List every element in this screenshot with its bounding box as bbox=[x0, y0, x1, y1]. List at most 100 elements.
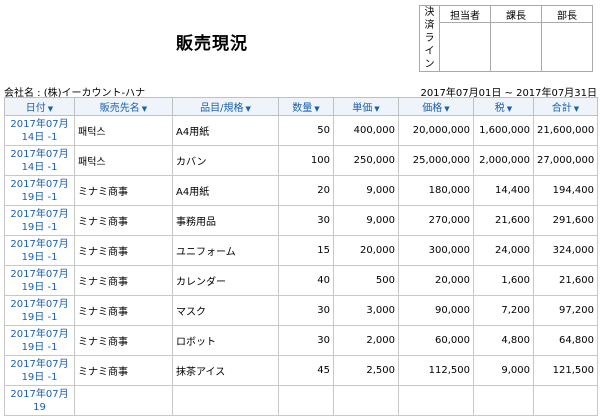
row-total: 64,800 bbox=[533, 325, 598, 356]
table-row: 2017年07月19 bbox=[4, 385, 598, 416]
row-quantity: 15 bbox=[278, 235, 334, 266]
row-customer: ミナミ商事 bbox=[74, 205, 173, 236]
row-unit-price: 9,000 bbox=[333, 175, 399, 206]
row-quantity bbox=[278, 385, 334, 416]
row-quantity: 30 bbox=[278, 325, 334, 356]
row-date-link[interactable]: 2017年07月19日 -1 bbox=[4, 175, 75, 206]
row-total: 97,200 bbox=[533, 295, 598, 326]
row-unit-price: 250,000 bbox=[333, 145, 399, 176]
column-header-unit-price[interactable]: 単価 ▼ bbox=[333, 97, 399, 116]
row-customer bbox=[74, 385, 173, 416]
row-customer: ミナミ商事 bbox=[74, 295, 173, 326]
row-tax: 2,000,000 bbox=[473, 145, 534, 176]
row-tax: 1,600 bbox=[473, 265, 534, 296]
row-customer: 패턱스 bbox=[74, 145, 173, 176]
sort-caret-icon: ▼ bbox=[245, 105, 251, 113]
row-unit-price: 9,000 bbox=[333, 205, 399, 236]
row-item: 抹茶アイス bbox=[172, 355, 279, 386]
table-row: 2017年07月19日 -1 ミナミ商事 A4用紙 20 9,000 180,000 14,… bbox=[4, 175, 598, 206]
row-tax: 14,400 bbox=[473, 175, 534, 206]
row-date-link[interactable]: 2017年07月14日 -1 bbox=[4, 145, 75, 176]
table-row: 2017年07月19日 -1 ミナミ商事 ロボット 30 2,000 60,000 4,80… bbox=[4, 325, 598, 356]
approval-sign-staff bbox=[439, 22, 491, 72]
row-unit-price: 2,000 bbox=[333, 325, 399, 356]
sort-caret-icon: ▼ bbox=[374, 105, 380, 113]
row-tax bbox=[473, 385, 534, 416]
approval-line-label: 決 済 ラ イ ン bbox=[419, 5, 440, 72]
column-header-quantity[interactable]: 数量 ▼ bbox=[278, 97, 334, 116]
row-unit-price bbox=[333, 385, 399, 416]
approval-sign-section-chief bbox=[490, 22, 542, 72]
sort-caret-icon: ▼ bbox=[506, 105, 513, 113]
approval-role-staff: 担当者 bbox=[439, 4, 491, 24]
row-price: 300,000 bbox=[398, 235, 474, 266]
row-total: 291,600 bbox=[533, 205, 598, 236]
row-tax: 9,000 bbox=[473, 355, 534, 386]
table-row: 2017年07月19日 -1 ミナミ商事 カレンダー 40 500 20,000 1,600… bbox=[4, 265, 598, 296]
sort-caret-icon: ▼ bbox=[314, 105, 320, 113]
row-date-link[interactable]: 2017年07月19日 -1 bbox=[4, 205, 75, 236]
approval-box: 決 済 ラ イ ン 担当者 課長 部長 bbox=[419, 4, 593, 72]
row-date-link[interactable]: 2017年07月19 bbox=[4, 385, 75, 416]
row-unit-price: 20,000 bbox=[333, 235, 399, 266]
column-header-total[interactable]: 合計 ▼ bbox=[533, 97, 598, 116]
row-tax: 7,200 bbox=[473, 295, 534, 326]
row-total: 324,000 bbox=[533, 235, 598, 266]
row-customer: ミナミ商事 bbox=[74, 325, 173, 356]
row-customer: ミナミ商事 bbox=[74, 175, 173, 206]
table-row: 2017年07月19日 -1 ミナミ商事 ユニフォーム 15 20,000 300,000… bbox=[4, 235, 598, 266]
sort-caret-icon: ▼ bbox=[47, 105, 54, 113]
row-quantity: 30 bbox=[278, 205, 334, 236]
row-unit-price: 500 bbox=[333, 265, 399, 296]
row-quantity: 40 bbox=[278, 265, 334, 296]
row-date-link[interactable]: 2017年07月19日 -1 bbox=[4, 355, 75, 386]
row-price: 270,000 bbox=[398, 205, 474, 236]
row-total: 21,600,000 bbox=[533, 115, 598, 146]
row-date-link[interactable]: 2017年07月14日 -1 bbox=[4, 115, 75, 146]
row-date-link[interactable]: 2017年07月19日 -1 bbox=[4, 265, 75, 296]
column-header-item[interactable]: 品目/規格 ▼ bbox=[172, 97, 279, 116]
row-date-link[interactable]: 2017年07月19日 -1 bbox=[4, 295, 75, 326]
sort-caret-icon: ▼ bbox=[444, 105, 450, 113]
row-date-link[interactable]: 2017年07月19日 -1 bbox=[4, 325, 75, 356]
row-quantity: 30 bbox=[278, 295, 334, 326]
row-unit-price: 2,500 bbox=[333, 355, 399, 386]
column-header-price[interactable]: 価格 ▼ bbox=[398, 97, 474, 116]
row-price bbox=[398, 385, 474, 416]
row-price: 20,000,000 bbox=[398, 115, 474, 146]
row-price: 60,000 bbox=[398, 325, 474, 356]
row-item: A4用紙 bbox=[172, 175, 279, 206]
row-tax: 21,600 bbox=[473, 205, 534, 236]
row-total bbox=[533, 385, 598, 416]
row-item: ユニフォーム bbox=[172, 235, 279, 266]
sales-table: 日付 ▼ 販売先名 ▼ 品目/規格 ▼ 数量 ▼ 単価 ▼ 価格 ▼ 税 ▼ 合計 ▼ 2017… bbox=[4, 97, 598, 416]
row-price: 180,000 bbox=[398, 175, 474, 206]
row-total: 121,500 bbox=[533, 355, 598, 386]
row-date-link[interactable]: 2017年07月19日 -1 bbox=[4, 235, 75, 266]
column-header-date[interactable]: 日付 ▼ bbox=[4, 97, 75, 116]
row-price: 112,500 bbox=[398, 355, 474, 386]
table-row: 2017年07月19日 -1 ミナミ商事 抹茶アイス 45 2,500 112,500 9,… bbox=[4, 355, 598, 386]
row-tax: 1,600,000 bbox=[473, 115, 534, 146]
row-price: 25,000,000 bbox=[398, 145, 474, 176]
row-unit-price: 3,000 bbox=[333, 295, 399, 326]
table-row: 2017年07月19日 -1 ミナミ商事 マスク 30 3,000 90,000 7,200… bbox=[4, 295, 598, 326]
row-item: A4用紙 bbox=[172, 115, 279, 146]
approval-role-manager: 部長 bbox=[541, 4, 593, 24]
approval-sign-manager bbox=[541, 22, 593, 72]
row-item: 事務用品 bbox=[172, 205, 279, 236]
row-customer: 패턱스 bbox=[74, 115, 173, 146]
row-price: 90,000 bbox=[398, 295, 474, 326]
approval-role-section-chief: 課長 bbox=[490, 4, 542, 24]
row-price: 20,000 bbox=[398, 265, 474, 296]
row-item: マスク bbox=[172, 295, 279, 326]
column-header-tax[interactable]: 税 ▼ bbox=[473, 97, 534, 116]
row-quantity: 20 bbox=[278, 175, 334, 206]
row-unit-price: 400,000 bbox=[333, 115, 399, 146]
row-tax: 24,000 bbox=[473, 235, 534, 266]
column-header-customer[interactable]: 販売先名 ▼ bbox=[74, 97, 173, 116]
row-item: カバン bbox=[172, 145, 279, 176]
sort-caret-icon: ▼ bbox=[573, 105, 580, 113]
row-item bbox=[172, 385, 279, 416]
row-total: 194,400 bbox=[533, 175, 598, 206]
